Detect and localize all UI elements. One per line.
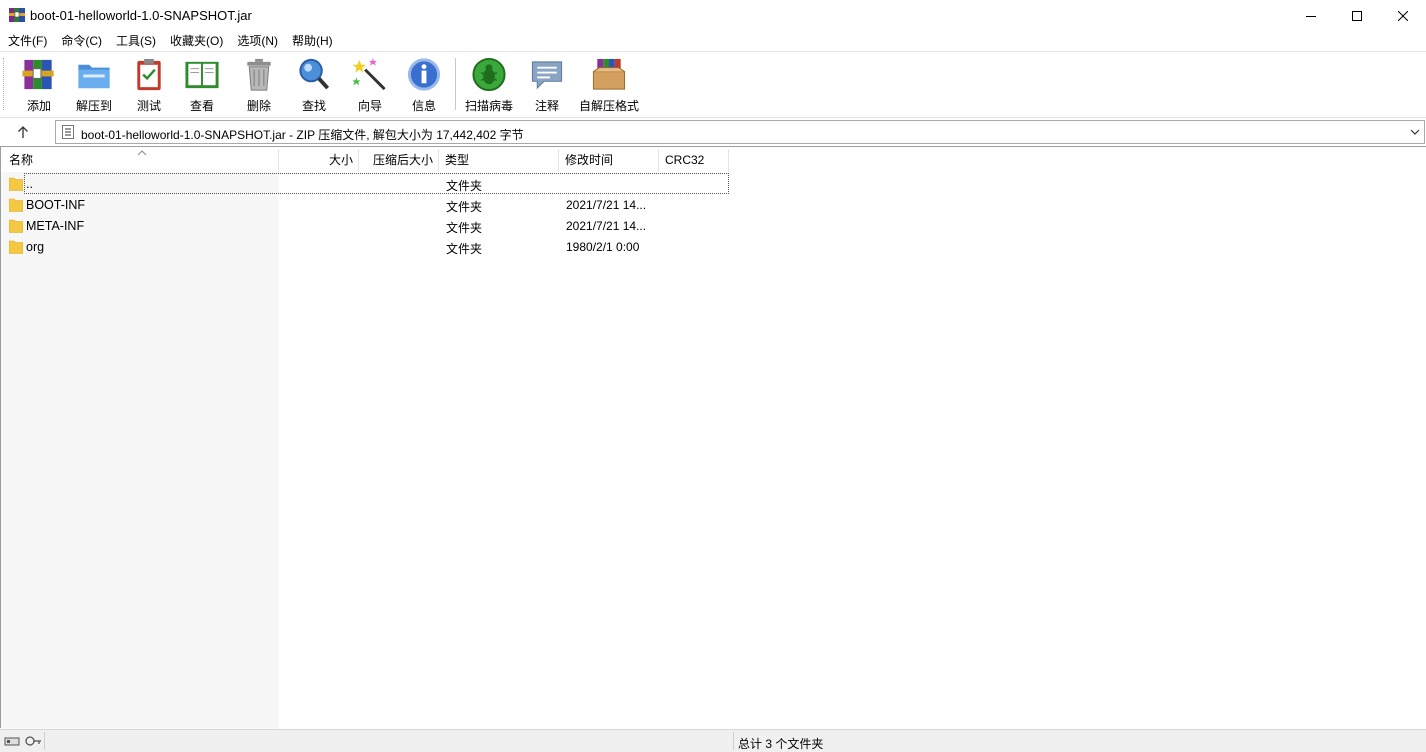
table-row-parent[interactable]: .. 文件夹 xyxy=(1,173,731,194)
menu-help[interactable]: 帮助(H) xyxy=(285,31,340,51)
info-icon xyxy=(407,58,441,91)
folder-icon xyxy=(9,198,23,212)
wizard-button[interactable]: 向导 xyxy=(351,56,389,114)
table-row-org[interactable]: org 文件夹 1980/2/1 0:00 xyxy=(1,236,731,257)
column-header-name[interactable]: 名称 xyxy=(1,149,279,172)
column-header-crc32[interactable]: CRC32 xyxy=(659,149,729,172)
address-text: boot-01-helloworld-1.0-SNAPSHOT.jar - ZI… xyxy=(81,128,524,142)
status-separator xyxy=(733,732,734,750)
extract-to-button[interactable]: 解压到 xyxy=(75,56,113,114)
drive-key-icon xyxy=(4,736,41,746)
row-modified: 2021/7/21 14... xyxy=(566,219,647,233)
info-label: 信息 xyxy=(411,99,436,113)
delete-label: 删除 xyxy=(246,99,271,113)
sfx-button[interactable]: 自解压格式 xyxy=(579,56,639,114)
table-row-meta-inf[interactable]: META-INF 文件夹 2021/7/21 14... xyxy=(1,215,731,236)
chevron-down-icon[interactable] xyxy=(1409,126,1421,138)
row-name: META-INF xyxy=(26,219,85,233)
add-label: 添加 xyxy=(26,99,51,113)
table-row-boot-inf[interactable]: BOOT-INF 文件夹 2021/7/21 14... xyxy=(1,194,731,215)
add-button[interactable]: 添加 xyxy=(20,56,58,114)
virus-scan-icon xyxy=(472,57,506,92)
archive-file-icon xyxy=(62,125,74,139)
sfx-label: 自解压格式 xyxy=(579,99,640,113)
file-list: 名称 大小 压缩后大小 类型 修改时间 CRC32 .. 文件夹 BOOT-IN… xyxy=(0,146,1426,729)
find-button[interactable]: 查找 xyxy=(295,56,333,114)
maximize-button[interactable] xyxy=(1334,0,1380,31)
sort-ascending-icon xyxy=(137,150,147,156)
winrar-app-icon xyxy=(9,8,25,22)
scan-virus-button[interactable]: 扫描病毒 xyxy=(465,56,513,114)
toolbar-grip xyxy=(3,58,6,110)
status-summary: 总计 3 个文件夹 xyxy=(738,737,824,751)
column-header-packed-size[interactable]: 压缩后大小 xyxy=(359,149,439,172)
minimize-button[interactable] xyxy=(1288,0,1334,31)
trash-can-icon xyxy=(247,58,271,91)
row-type: 文件夹 xyxy=(446,221,483,235)
row-modified: 1980/2/1 0:00 xyxy=(566,240,640,254)
column-header-modified[interactable]: 修改时间 xyxy=(559,149,659,172)
wizard-label: 向导 xyxy=(357,99,382,113)
add-archive-icon xyxy=(22,59,54,90)
arrow-up-icon xyxy=(18,126,28,138)
toolbar: 添加 解压到 测试 查看 删除 查找 向导 信息 扫描病毒 注释 自解压格式 xyxy=(0,51,1426,116)
extract-folder-icon xyxy=(78,64,110,89)
scan-virus-label: 扫描病毒 xyxy=(465,99,514,113)
maximize-icon xyxy=(1352,10,1362,21)
column-header-type-label: 类型 xyxy=(445,153,470,167)
open-book-icon xyxy=(185,61,219,89)
row-type: 文件夹 xyxy=(446,200,483,214)
folder-icon xyxy=(9,219,23,233)
extract-to-label: 解压到 xyxy=(75,99,112,113)
menu-bar: 文件(F) 命令(C) 工具(S) 收藏夹(O) 选项(N) 帮助(H) xyxy=(0,31,1426,51)
delete-button[interactable]: 删除 xyxy=(240,56,278,114)
close-button[interactable] xyxy=(1380,0,1426,31)
toolbar-separator xyxy=(455,58,456,110)
view-button[interactable]: 查看 xyxy=(183,56,221,114)
column-header-name-label: 名称 xyxy=(9,153,34,167)
status-bar: 总计 3 个文件夹 xyxy=(0,729,1426,752)
test-label: 测试 xyxy=(136,99,161,113)
row-name: BOOT-INF xyxy=(26,198,86,212)
address-field[interactable]: boot-01-helloworld-1.0-SNAPSHOT.jar - ZI… xyxy=(55,120,1425,144)
magnifier-icon xyxy=(299,58,330,90)
column-header-crc32-label: CRC32 xyxy=(665,153,705,167)
comment-label: 注释 xyxy=(534,99,559,113)
menu-tools[interactable]: 工具(S) xyxy=(109,31,163,51)
menu-options[interactable]: 选项(N) xyxy=(230,31,285,51)
focus-rectangle xyxy=(24,173,729,194)
up-one-level-button[interactable] xyxy=(12,122,34,142)
row-name: .. xyxy=(26,177,33,191)
menu-commands[interactable]: 命令(C) xyxy=(54,31,109,51)
find-label: 查找 xyxy=(301,99,326,113)
comment-button[interactable]: 注释 xyxy=(528,56,566,114)
sfx-box-icon xyxy=(592,58,626,90)
status-separator xyxy=(44,732,45,750)
test-button[interactable]: 测试 xyxy=(130,56,168,114)
view-label: 查看 xyxy=(189,99,214,113)
menu-favorites[interactable]: 收藏夹(O) xyxy=(163,31,230,51)
close-icon xyxy=(1398,10,1408,21)
column-header-packed-size-label: 压缩后大小 xyxy=(372,153,433,167)
row-type: 文件夹 xyxy=(446,242,483,256)
row-modified: 2021/7/21 14... xyxy=(566,198,647,212)
column-header-size-label: 大小 xyxy=(328,153,353,167)
folder-icon xyxy=(9,240,23,254)
comment-icon xyxy=(531,61,563,90)
column-header-modified-label: 修改时间 xyxy=(565,153,614,167)
address-bar: boot-01-helloworld-1.0-SNAPSHOT.jar - ZI… xyxy=(0,117,1426,145)
column-header-type[interactable]: 类型 xyxy=(439,149,559,172)
info-button[interactable]: 信息 xyxy=(405,56,443,114)
row-type: 文件夹 xyxy=(446,179,483,193)
row-name: org xyxy=(26,240,45,254)
window-title: boot-01-helloworld-1.0-SNAPSHOT.jar xyxy=(30,8,252,23)
minimize-icon xyxy=(1306,15,1316,17)
title-bar: boot-01-helloworld-1.0-SNAPSHOT.jar xyxy=(0,0,1426,31)
magic-wand-icon xyxy=(352,57,386,91)
menu-file[interactable]: 文件(F) xyxy=(1,31,54,51)
column-header-size[interactable]: 大小 xyxy=(279,149,359,172)
folder-icon xyxy=(9,177,23,191)
clipboard-check-icon xyxy=(137,58,161,91)
